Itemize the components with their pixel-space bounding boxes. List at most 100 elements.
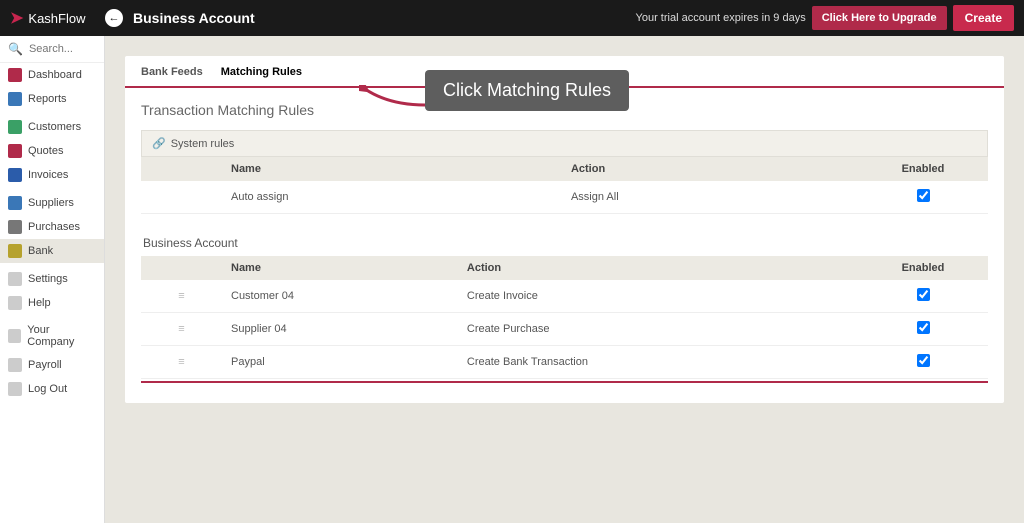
sidebar-item-label: Reports [28,93,67,105]
back-icon[interactable]: ← [105,9,123,27]
link-icon: 🔗 [152,137,166,150]
sidebar-item-label: Purchases [28,221,80,233]
sidebar-item-purchases[interactable]: Purchases [0,215,104,239]
trial-status: Your trial account expires in 9 days [636,12,806,24]
sidebar-item-quotes[interactable]: Quotes [0,139,104,163]
account-rules-title: Business Account [143,236,988,250]
table-row[interactable]: ≡ Supplier 04Create Purchase [141,313,988,346]
sidebar-item-log-out[interactable]: Log Out [0,377,104,401]
cell-action: Create Purchase [457,313,858,346]
system-rules-title: System rules [171,138,235,150]
cell-enabled [858,346,988,379]
nav-icon [8,272,22,286]
search-icon: 🔍 [8,42,23,56]
instruction-callout: Click Matching Rules [425,70,629,111]
sidebar-item-invoices[interactable]: Invoices [0,163,104,187]
table-row[interactable]: ≡ PaypalCreate Bank Transaction [141,346,988,379]
brand-text: KashFlow [28,11,85,26]
sidebar-item-label: Bank [28,245,53,257]
search-input[interactable] [29,43,99,55]
system-rules-table: Name Action Enabled Auto assignAssign Al… [141,157,988,214]
table-row[interactable]: ≡ Customer 04Create Invoice [141,280,988,313]
bottom-rule [141,381,988,383]
tab-matching-rules[interactable]: Matching Rules [221,66,302,86]
cell-action: Create Invoice [457,280,858,313]
nav-icon [8,296,22,310]
sidebar-item-dashboard[interactable]: Dashboard [0,63,104,87]
sidebar-item-customers[interactable]: Customers [0,115,104,139]
drag-handle [141,181,221,214]
nav-icon [8,68,22,82]
sidebar-item-label: Suppliers [28,197,74,209]
grip-icon: ≡ [178,290,183,302]
cell-enabled [858,181,988,214]
nav-icon [8,329,21,343]
sidebar-item-label: Payroll [28,359,62,371]
main-panel: Bank Feeds Matching Rules Click Matching … [125,56,1004,403]
grip-icon: ≡ [178,356,183,368]
cell-name: Supplier 04 [221,313,457,346]
col-enabled: Enabled [858,256,988,280]
enabled-checkbox[interactable] [917,189,930,202]
sidebar-item-label: Customers [28,121,81,133]
page-header-title: Business Account [133,10,255,26]
sidebar-item-payroll[interactable]: Payroll [0,353,104,377]
grip-icon: ≡ [178,323,183,335]
sidebar-item-label: Dashboard [28,69,82,81]
content: Bank Feeds Matching Rules Click Matching … [105,36,1024,523]
sidebar-item-label: Quotes [28,145,63,157]
col-enabled: Enabled [858,157,988,181]
col-action: Action [457,256,858,280]
arrow-icon [359,85,429,109]
table-row[interactable]: Auto assignAssign All [141,181,988,214]
nav-icon [8,382,22,396]
enabled-checkbox[interactable] [917,288,930,301]
sidebar-item-label: Your Company [27,324,96,348]
cell-name: Paypal [221,346,457,379]
drag-handle[interactable]: ≡ [141,280,221,313]
nav-icon [8,168,22,182]
nav-icon [8,196,22,210]
cell-action: Create Bank Transaction [457,346,858,379]
col-name: Name [221,256,457,280]
sidebar-item-label: Invoices [28,169,68,181]
enabled-checkbox[interactable] [917,354,930,367]
cell-enabled [858,313,988,346]
cell-enabled [858,280,988,313]
sidebar-item-label: Help [28,297,51,309]
logo-mark-icon: ➤ [10,8,23,28]
sidebar-item-label: Log Out [28,383,67,395]
sidebar-item-label: Settings [28,273,68,285]
drag-handle[interactable]: ≡ [141,313,221,346]
nav-icon [8,358,22,372]
sidebar: 🔍 Dashboard Reports Customers Quotes Invoice… [0,36,105,523]
drag-handle[interactable]: ≡ [141,346,221,379]
tab-bank-feeds[interactable]: Bank Feeds [141,66,203,86]
logo: ➤ KashFlow [10,8,105,28]
col-name: Name [221,157,561,181]
col-action: Action [561,157,858,181]
sidebar-item-your-company[interactable]: Your Company [0,319,104,353]
nav-list: Dashboard Reports Customers Quotes Invoices S… [0,63,104,401]
sidebar-item-help[interactable]: Help [0,291,104,315]
topbar: ➤ KashFlow ← Business Account Your trial… [0,0,1024,36]
account-rules-table: Name Action Enabled ≡ Customer 04Create I… [141,256,988,379]
sidebar-item-suppliers[interactable]: Suppliers [0,191,104,215]
title-area: ← Business Account [105,9,255,27]
nav-icon [8,244,22,258]
cell-name: Customer 04 [221,280,457,313]
cell-name: Auto assign [221,181,561,214]
nav-icon [8,144,22,158]
nav-icon [8,120,22,134]
upgrade-button[interactable]: Click Here to Upgrade [812,6,947,30]
create-button[interactable]: Create [953,5,1014,31]
sidebar-item-bank[interactable]: Bank [0,239,104,263]
nav-icon [8,92,22,106]
nav-icon [8,220,22,234]
enabled-checkbox[interactable] [917,321,930,334]
sidebar-item-reports[interactable]: Reports [0,87,104,111]
system-rules-header: 🔗 System rules [141,130,988,157]
search-row[interactable]: 🔍 [0,36,104,63]
cell-action: Assign All [561,181,858,214]
sidebar-item-settings[interactable]: Settings [0,267,104,291]
